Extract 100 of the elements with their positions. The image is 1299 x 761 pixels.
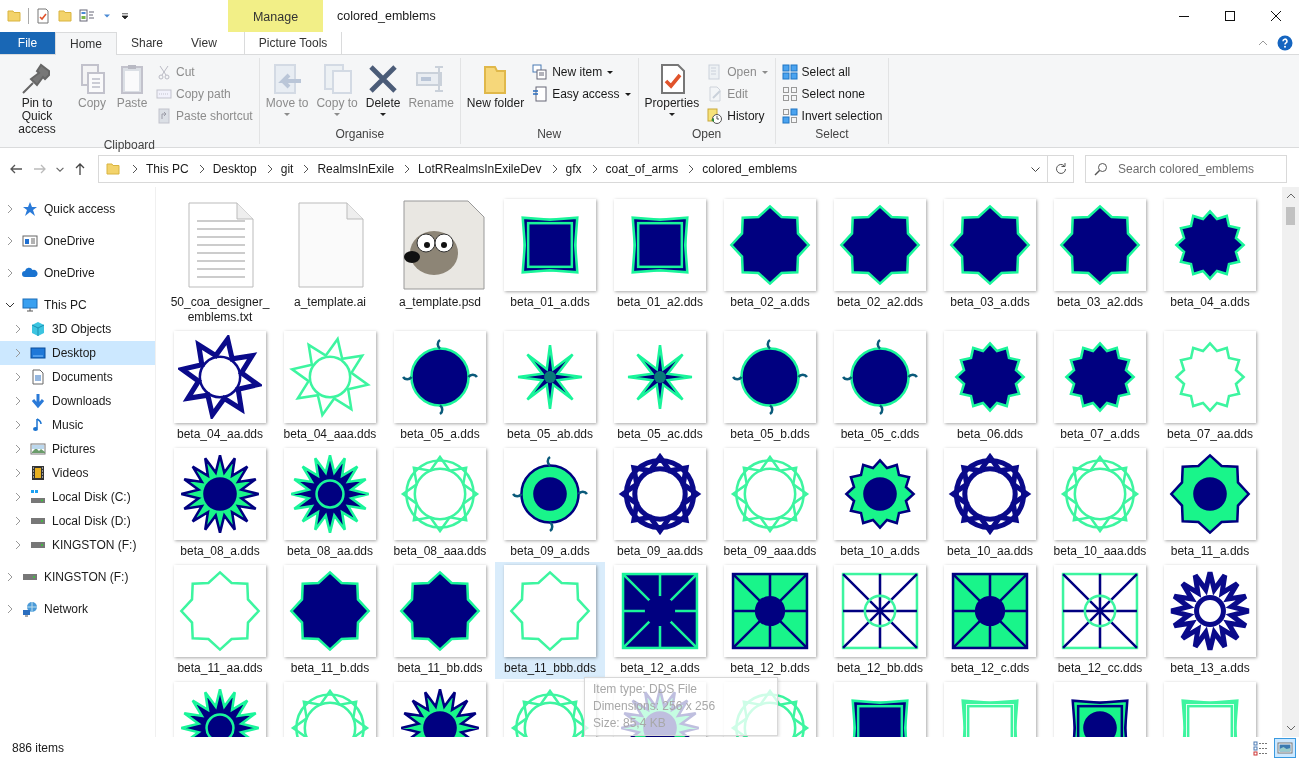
group-label: Organise — [334, 127, 386, 143]
navigation-item[interactable]: Local Disk (D:) — [0, 509, 155, 533]
ribbon-button[interactable]: History — [704, 106, 772, 125]
ribbon-button[interactable]: Properties — [641, 58, 703, 119]
navigation-item[interactable]: Desktop — [0, 341, 155, 365]
folder-icon — [105, 161, 121, 177]
ribbon-tab[interactable]: File — [0, 32, 55, 54]
scrollbar[interactable] — [1282, 187, 1299, 737]
drive-icon — [30, 489, 46, 505]
navigation-item[interactable]: This PC — [0, 293, 155, 317]
large-icons-view-button[interactable] — [1274, 738, 1296, 758]
breadcrumb[interactable]: git — [277, 162, 297, 176]
ribbon-button[interactable]: New folder — [463, 58, 528, 112]
file-item[interactable]: beta_11_bbb.dds — [495, 562, 605, 679]
group-label: Clipboard — [102, 138, 157, 154]
file-item[interactable]: a_template.psd — [385, 196, 495, 313]
breadcrumb[interactable]: colored_emblems — [699, 162, 800, 176]
caret-icon — [606, 70, 615, 75]
cube-icon — [30, 321, 46, 337]
address-bar[interactable]: This PC Desktop git RealmsInExile LotRRealmsInExileDev gfx coat_of_arms colored_emblems — [98, 155, 1048, 183]
contextual-tab-header: Manage — [228, 0, 323, 32]
ribbon-button[interactable]: New item — [529, 62, 635, 81]
ribbon-tab[interactable]: Share — [117, 32, 178, 54]
ribbon-button[interactable]: Select none — [778, 84, 886, 103]
navigation-item[interactable]: Documents — [0, 365, 155, 389]
ribbon-button[interactable]: Pin to Quick access — [3, 58, 71, 138]
ribbon-button[interactable]: Delete — [362, 58, 404, 119]
history-icon — [707, 107, 724, 124]
minimize-icon — [1179, 15, 1189, 17]
item-count: 886 items — [12, 741, 65, 755]
search-icon — [1093, 161, 1109, 177]
navigation-item[interactable]: Quick access — [0, 197, 155, 221]
film-icon — [30, 465, 46, 481]
navigation-item[interactable]: KINGSTON (F:) — [0, 533, 155, 557]
navigation-item[interactable]: Music — [0, 413, 155, 437]
ribbon-button[interactable]: Invert selection — [778, 106, 886, 125]
caret-icon — [667, 112, 676, 117]
invert-selection-icon — [781, 107, 798, 124]
navigation-item[interactable]: OneDrive — [0, 261, 155, 285]
group-label: Select — [814, 127, 850, 143]
breadcrumb[interactable]: coat_of_arms — [602, 162, 682, 176]
new-item-icon — [532, 63, 549, 80]
navigation-item[interactable]: Network — [0, 597, 155, 621]
breadcrumb[interactable]: RealmsInExile — [314, 162, 398, 176]
navigation-item[interactable]: Videos — [0, 461, 155, 485]
breadcrumb[interactable]: Desktop — [209, 162, 260, 176]
breadcrumb[interactable]: gfx — [562, 162, 585, 176]
navigation-item[interactable]: OneDrive — [0, 229, 155, 253]
desktop-icon — [30, 345, 46, 361]
folder-icon — [6, 8, 22, 24]
delete-icon — [367, 63, 400, 95]
caret-icon — [379, 112, 388, 117]
list-icon — [1253, 740, 1269, 756]
navigation-item[interactable]: Downloads — [0, 389, 155, 413]
close-icon — [1268, 8, 1284, 24]
drive-icon — [30, 517, 46, 525]
ribbon-tab[interactable]: Home — [55, 32, 117, 55]
picture-icon — [30, 441, 46, 457]
caret-icon — [623, 92, 632, 97]
drive-icon — [22, 573, 38, 581]
group-label: New — [536, 127, 563, 143]
ribbon-button[interactable]: Easy access — [529, 84, 635, 103]
maximize-icon — [1222, 8, 1238, 24]
drive-icon — [30, 541, 46, 549]
breadcrumb[interactable]: LotRRealmsInExileDev — [415, 162, 545, 176]
easy-access-icon — [532, 85, 549, 102]
ribbon-tab[interactable]: View — [177, 32, 231, 54]
move-icon — [271, 63, 304, 95]
select-none-icon — [781, 85, 798, 102]
properties-icon — [35, 8, 51, 24]
refresh-button[interactable] — [1048, 155, 1074, 183]
search-field[interactable]: Search colored_emblems — [1085, 155, 1287, 183]
window-title: colored_emblems — [336, 9, 437, 23]
breadcrumb[interactable]: This PC — [143, 162, 192, 176]
chevron-down-icon — [1030, 166, 1040, 172]
caret-icon — [333, 112, 342, 117]
help-icon — [1277, 35, 1293, 51]
file-item[interactable]: 50_coa_designer_ emblems.txt — [165, 196, 275, 328]
folder-icon — [57, 8, 73, 24]
navigation-item[interactable]: Pictures — [0, 437, 155, 461]
blank-file-icon — [295, 201, 365, 289]
edit-icon — [707, 85, 724, 102]
view-icon — [79, 8, 95, 24]
file-item[interactable]: a_template.ai — [275, 196, 385, 313]
copy-icon — [321, 63, 354, 95]
ribbon-button[interactable]: Select all — [778, 62, 886, 81]
ribbon-tab[interactable]: Picture Tools — [243, 32, 343, 54]
group-label: Open — [690, 127, 723, 143]
navigation-item[interactable]: KINGSTON (F:) — [0, 565, 155, 589]
scrollbar-thumb[interactable] — [1286, 207, 1295, 225]
caret-icon — [760, 70, 769, 75]
text-file-icon — [185, 201, 255, 289]
shortcut-icon — [156, 107, 172, 124]
caret-icon — [283, 112, 292, 117]
computer-icon — [22, 297, 38, 313]
navigation-item[interactable]: Local Disk (C:) — [0, 485, 155, 509]
pin-icon — [21, 63, 53, 95]
network-icon — [22, 601, 38, 617]
download-icon — [30, 393, 46, 409]
navigation-item[interactable]: 3D Objects — [0, 317, 155, 341]
